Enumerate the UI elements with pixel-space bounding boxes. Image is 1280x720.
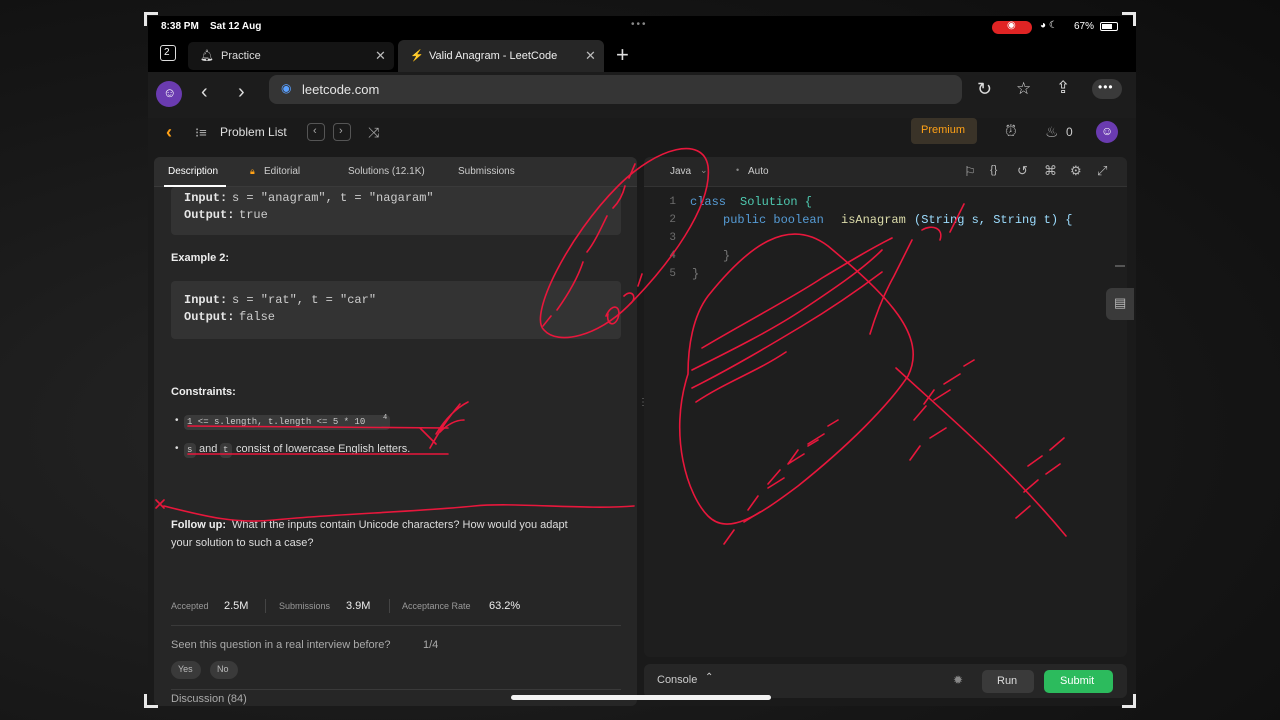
screen: 8:38 PM Sat 12 Aug ••• ◉ ◕ ☾ 67% 2 🔔︎ Pr… (0, 0, 1280, 720)
frame-corner (144, 12, 158, 26)
ink-check-constraint (419, 401, 469, 449)
ink-word-anagram (542, 163, 636, 327)
ink-diagonal-line (895, 367, 1067, 537)
ink-length-text (869, 203, 965, 335)
ink-big-oval (678, 233, 914, 525)
ink-underline-constraint-1 (187, 425, 449, 429)
handwritten-annotations (155, 147, 1067, 545)
ink-star (155, 499, 165, 509)
frame-corner (1122, 12, 1136, 26)
ipad-screen: 8:38 PM Sat 12 Aug ••• ◉ ◕ ☾ 67% 2 🔔︎ Pr… (148, 16, 1136, 706)
ink-mapping-1 (723, 419, 839, 545)
ink-followup-underline (163, 504, 635, 522)
frame-corner (1122, 694, 1136, 708)
ink-word-bad (605, 273, 643, 325)
ink-scribble-1 (691, 237, 893, 371)
frame-corner (144, 694, 158, 708)
ink-oval-anagram (539, 147, 710, 339)
